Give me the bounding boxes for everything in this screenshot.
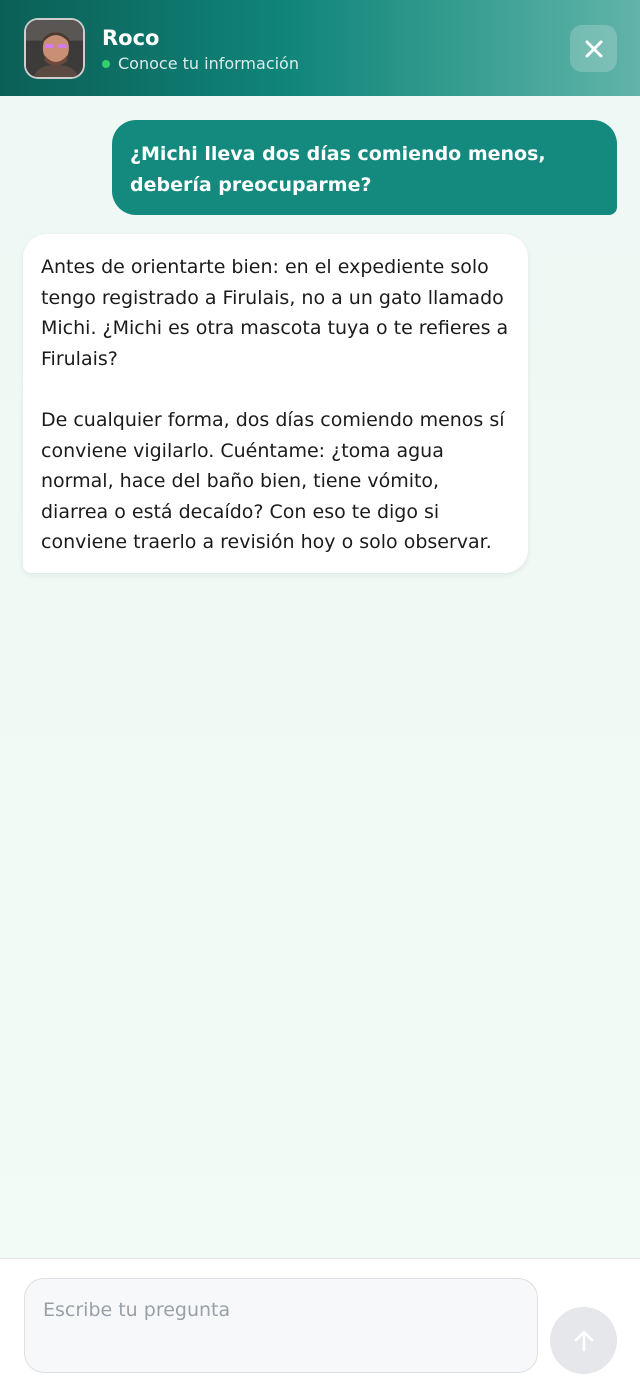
user-message: ¿Michi lleva dos días comiendo menos, de…: [112, 120, 617, 215]
close-icon: [585, 40, 602, 57]
arrow-up-icon: [574, 1330, 593, 1351]
user-photo-icon: [26, 20, 83, 77]
close-button[interactable]: [570, 25, 617, 72]
question-input[interactable]: [24, 1278, 538, 1373]
chat-title: Roco: [102, 26, 160, 50]
header-title-group: Roco Conoce tu información: [102, 24, 299, 73]
send-button[interactable]: [550, 1307, 617, 1374]
status-line: Conoce tu información: [102, 54, 299, 73]
avatar: [24, 18, 85, 79]
composer-bar: [0, 1258, 640, 1391]
online-dot-icon: [102, 59, 110, 68]
user-message-text: ¿Michi lleva dos días comiendo menos, de…: [130, 143, 546, 196]
status-text: Conoce tu información: [118, 54, 299, 73]
assistant-paragraph: Antes de orientarte bien: en el expedien…: [41, 256, 509, 370]
chat-header: Roco Conoce tu información: [0, 0, 640, 96]
assistant-message: Antes de orientarte bien: en el expedien…: [23, 234, 528, 573]
assistant-paragraph: De cualquier forma, dos días comiendo me…: [41, 408, 505, 554]
